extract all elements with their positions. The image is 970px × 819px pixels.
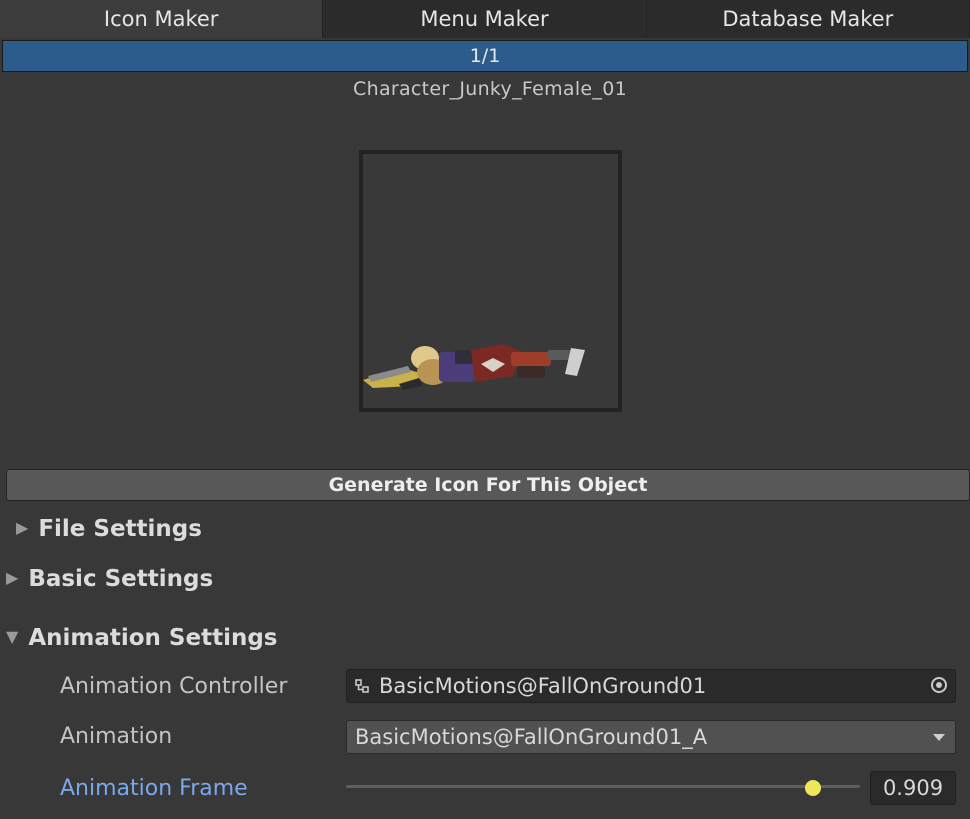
animation-settings-foldout[interactable]: ▼ Animation Settings [6, 625, 277, 651]
collapsed-arrow-icon: ▶ [6, 568, 19, 587]
animation-frame-slider-thumb[interactable] [805, 780, 822, 796]
progress-text: 1/1 [469, 45, 501, 67]
tab-menu-maker[interactable]: Menu Maker [323, 0, 647, 38]
icon-preview [359, 150, 622, 412]
object-name: Character_Junky_Female_01 [353, 78, 627, 100]
file-settings-foldout[interactable]: ▶ File Settings [16, 516, 202, 542]
tab-database-maker[interactable]: Database Maker [646, 0, 970, 38]
animation-controller-label: Animation Controller [60, 674, 288, 699]
animation-controller-field[interactable]: BasicMotions@FallOnGround01 [346, 669, 956, 703]
file-settings-title: File Settings [38, 516, 202, 542]
generate-icon-button[interactable]: Generate Icon For This Object [6, 469, 970, 501]
object-picker-icon[interactable] [931, 677, 947, 693]
animation-dropdown[interactable]: BasicMotions@FallOnGround01_A [346, 720, 956, 754]
animation-dropdown-value: BasicMotions@FallOnGround01_A [355, 725, 708, 749]
animation-frame-label: Animation Frame [60, 776, 248, 801]
basic-settings-title: Basic Settings [28, 566, 214, 592]
animation-controller-value: BasicMotions@FallOnGround01 [379, 674, 707, 698]
animator-controller-icon [355, 679, 369, 693]
character-preview-image [363, 344, 585, 390]
expanded-arrow-icon: ▼ [6, 627, 19, 646]
progress-bar: 1/1 [2, 40, 968, 72]
tab-bar: Icon Maker Menu Maker Database Maker [0, 0, 970, 38]
animation-label: Animation [60, 724, 173, 749]
basic-settings-foldout[interactable]: ▶ Basic Settings [6, 566, 213, 592]
animation-frame-value[interactable]: 0.909 [870, 771, 956, 805]
animation-settings-title: Animation Settings [28, 625, 278, 651]
collapsed-arrow-icon: ▶ [16, 518, 29, 537]
chevron-down-icon [933, 734, 945, 741]
tab-icon-maker[interactable]: Icon Maker [0, 0, 324, 38]
animation-frame-slider-track[interactable] [346, 785, 860, 788]
